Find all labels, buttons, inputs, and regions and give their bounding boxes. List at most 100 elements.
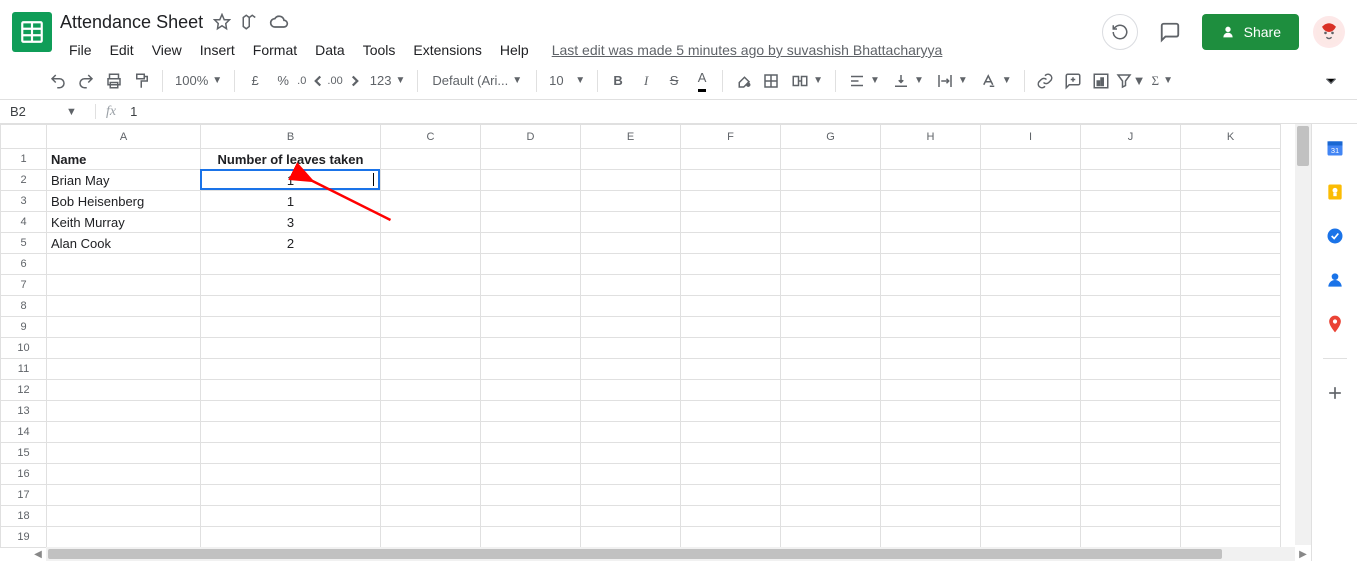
cell-G16[interactable] [781,464,881,485]
cell-F11[interactable] [681,359,781,380]
cell-E1[interactable] [581,149,681,170]
cell-C13[interactable] [381,401,481,422]
vertical-scrollbar[interactable] [1295,124,1311,545]
cell-D11[interactable] [481,359,581,380]
cell-F2[interactable] [681,170,781,191]
row-header-14[interactable]: 14 [1,422,47,443]
cell-B16[interactable] [201,464,381,485]
cell-E14[interactable] [581,422,681,443]
name-box-dropdown-icon[interactable]: ▼ [60,106,83,118]
cell-K12[interactable] [1181,380,1281,401]
cell-B18[interactable] [201,506,381,527]
cell-B8[interactable] [201,296,381,317]
paint-format-button[interactable] [128,67,156,95]
cell-G12[interactable] [781,380,881,401]
cell-K3[interactable] [1181,191,1281,212]
menu-file[interactable]: File [60,38,101,62]
col-header-C[interactable]: C [381,125,481,149]
contacts-app-icon[interactable] [1325,270,1345,290]
cell-C16[interactable] [381,464,481,485]
horizontal-scrollbar[interactable]: ◀ ▶ [46,547,1295,561]
cell-D15[interactable] [481,443,581,464]
cell-K13[interactable] [1181,401,1281,422]
cell-I5[interactable] [981,233,1081,254]
cell-C2[interactable] [381,170,481,191]
row-header-15[interactable]: 15 [1,443,47,464]
cell-B9[interactable] [201,317,381,338]
cell-J7[interactable] [1081,275,1181,296]
cell-J3[interactable] [1081,191,1181,212]
cell-D5[interactable] [481,233,581,254]
insert-link-button[interactable] [1031,67,1059,95]
menu-tools[interactable]: Tools [354,38,405,62]
cell-D18[interactable] [481,506,581,527]
cell-I14[interactable] [981,422,1081,443]
name-box[interactable]: ▼ [0,104,96,119]
cell-A16[interactable] [47,464,201,485]
cell-J1[interactable] [1081,149,1181,170]
cell-D6[interactable] [481,254,581,275]
cell-G5[interactable] [781,233,881,254]
print-button[interactable] [100,67,128,95]
col-header-B[interactable]: B [201,125,381,149]
cell-A12[interactable] [47,380,201,401]
select-all-corner[interactable] [1,125,47,149]
menu-extensions[interactable]: Extensions [404,38,490,62]
cell-F19[interactable] [681,527,781,548]
cell-H16[interactable] [881,464,981,485]
cell-K11[interactable] [1181,359,1281,380]
cell-B10[interactable] [201,338,381,359]
cell-C18[interactable] [381,506,481,527]
cell-J11[interactable] [1081,359,1181,380]
cell-F13[interactable] [681,401,781,422]
toolbar-more-button[interactable] [1317,67,1345,95]
cell-J13[interactable] [1081,401,1181,422]
menu-help[interactable]: Help [491,38,538,62]
cell-I8[interactable] [981,296,1081,317]
cell-I4[interactable] [981,212,1081,233]
undo-button[interactable] [44,67,72,95]
vertical-align-button[interactable]: ▼ [886,67,930,95]
cell-G7[interactable] [781,275,881,296]
cell-K10[interactable] [1181,338,1281,359]
cell-K8[interactable] [1181,296,1281,317]
cell-A5[interactable]: Alan Cook [47,233,201,254]
cell-E4[interactable] [581,212,681,233]
cell-E8[interactable] [581,296,681,317]
tasks-app-icon[interactable] [1325,226,1345,246]
row-header-9[interactable]: 9 [1,317,47,338]
cell-H8[interactable] [881,296,981,317]
cell-B4[interactable]: 3 [201,212,381,233]
col-header-J[interactable]: J [1081,125,1181,149]
redo-button[interactable] [72,67,100,95]
cell-D2[interactable] [481,170,581,191]
increase-decimal-button[interactable]: .00 [327,67,363,95]
cell-K16[interactable] [1181,464,1281,485]
cell-C7[interactable] [381,275,481,296]
addons-button[interactable] [1325,383,1345,403]
name-box-input[interactable] [0,104,60,119]
cell-J4[interactable] [1081,212,1181,233]
cell-D9[interactable] [481,317,581,338]
move-icon[interactable] [241,13,259,31]
cell-F16[interactable] [681,464,781,485]
menu-view[interactable]: View [143,38,191,62]
cell-H2[interactable] [881,170,981,191]
col-header-A[interactable]: A [47,125,201,149]
last-edit-link[interactable]: Last edit was made 5 minutes ago by suva… [552,42,943,58]
account-avatar[interactable] [1313,16,1345,48]
borders-button[interactable] [757,67,785,95]
cell-K5[interactable] [1181,233,1281,254]
cell-D10[interactable] [481,338,581,359]
row-header-8[interactable]: 8 [1,296,47,317]
cell-A2[interactable]: Brian May [47,170,201,191]
cell-F5[interactable] [681,233,781,254]
cell-D13[interactable] [481,401,581,422]
cell-K2[interactable] [1181,170,1281,191]
cell-G2[interactable] [781,170,881,191]
cell-I19[interactable] [981,527,1081,548]
cell-F8[interactable] [681,296,781,317]
cell-F14[interactable] [681,422,781,443]
cell-C5[interactable] [381,233,481,254]
cell-G3[interactable] [781,191,881,212]
